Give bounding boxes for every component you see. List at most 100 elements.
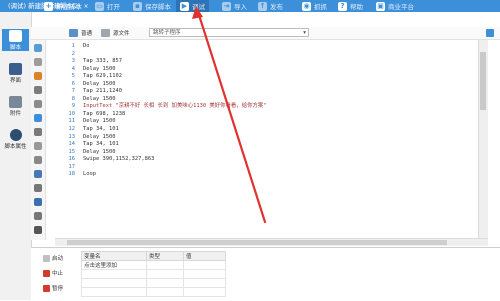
code-line[interactable]: Tap 34, 101	[83, 141, 267, 149]
table-cell[interactable]: 点击这里添加	[81, 260, 147, 270]
camera-icon: ◉	[302, 1, 311, 11]
tool-icon[interactable]	[34, 156, 42, 164]
subroutine-select[interactable]: 跳转子程序 ▾	[149, 28, 309, 37]
code-line[interactable]	[83, 164, 267, 172]
code-line[interactable]: Loop	[83, 171, 267, 179]
business-platform-label: 商业平台	[388, 3, 414, 11]
scrollbar-thumb[interactable]	[67, 240, 447, 245]
table-cell[interactable]	[183, 260, 226, 270]
code-line[interactable]: InputText "京耕不好 长相 长到 加美味心1130 美好你看看，给你方…	[83, 103, 267, 111]
debug-button[interactable]: ▶ 调试	[176, 0, 209, 12]
tool-icon[interactable]	[34, 142, 42, 150]
source-mode-button[interactable]: 源文件	[101, 28, 130, 38]
shop-icon: ▣	[376, 1, 385, 11]
source-icon	[101, 29, 110, 37]
horizontal-scrollbar[interactable]	[55, 238, 488, 246]
subroutine-select-value: 跳转子程序	[153, 30, 181, 36]
tool-icon[interactable]	[34, 114, 42, 122]
column-header[interactable]: 类型	[146, 251, 184, 261]
sidebar-item-script[interactable]: 脚本	[2, 29, 29, 51]
code-line[interactable]: Tap 333, 857	[83, 58, 267, 66]
tool-icon[interactable]	[34, 226, 42, 234]
code-line[interactable]: Swipe 390,1152,327,863	[83, 156, 267, 164]
table-row[interactable]: 点击这里添加	[81, 260, 226, 270]
code-line[interactable]: Tap 629,1102	[83, 73, 267, 81]
new-script-button[interactable]: + 新建脚本	[44, 0, 82, 12]
tool-icon[interactable]	[34, 100, 42, 108]
code-text[interactable]: Do Tap 333, 857 Delay 1500 Tap 629,1102 Del…	[83, 43, 267, 179]
line-number: 11	[68, 118, 76, 125]
publish-icon: ↑	[258, 1, 267, 11]
start-label: 启动	[52, 256, 64, 262]
sidebar-item-properties[interactable]: 脚本属性	[2, 128, 29, 150]
sidebar: 脚本 界面 附件 脚本属性	[0, 12, 32, 300]
tool-icon[interactable]	[34, 72, 42, 80]
business-platform-button[interactable]: ▣ 商业平台	[376, 0, 414, 12]
tool-icon[interactable]	[34, 86, 42, 94]
line-number: 1	[71, 43, 75, 49]
code-editor[interactable]: 1 2 3 4 5 6 7 8 9 10 11 12 13 14 15 16 17 18 Do Tap 333, …	[55, 40, 488, 238]
code-line[interactable]: Delay 1500	[83, 134, 267, 142]
code-line[interactable]	[83, 51, 267, 59]
normal-mode-button[interactable]: 普通	[69, 28, 92, 38]
tool-icon[interactable]	[34, 198, 42, 206]
code-line[interactable]: Do	[83, 43, 267, 51]
sidebar-item-attachment[interactable]: 附件	[2, 95, 29, 117]
panel-toggle-icon[interactable]	[486, 29, 494, 37]
code-line[interactable]: Delay 1500	[83, 149, 267, 157]
tool-icon[interactable]	[34, 184, 42, 192]
source-label: 源文件	[113, 31, 130, 37]
save-icon: ▪	[133, 1, 142, 11]
save-script-button[interactable]: ▪ 保存脚本	[133, 0, 171, 12]
tool-icon[interactable]	[34, 212, 42, 220]
table-cell[interactable]	[146, 260, 184, 270]
tool-icon[interactable]	[34, 58, 42, 66]
vertical-scrollbar[interactable]	[478, 40, 488, 238]
new-script-label: 新建脚本	[56, 3, 82, 11]
line-number: 7	[71, 88, 75, 95]
line-number: 15	[68, 148, 76, 155]
publish-label: 发布	[270, 3, 283, 11]
stop-button[interactable]: 中止	[43, 268, 77, 278]
capture-button[interactable]: ◉ 抓抓	[302, 0, 327, 12]
scrollbar-thumb[interactable]	[480, 52, 486, 110]
title-bar: (调试) 新建脚本(2) 新建脚本(2) × + 新建脚本 ▭ 打开 ▪ 保存脚…	[0, 0, 500, 12]
pause-icon	[43, 284, 50, 292]
layout-icon	[9, 63, 22, 75]
code-line[interactable]: Tap 34, 101	[83, 126, 267, 134]
close-icon[interactable]: ×	[84, 2, 89, 12]
pause-label: 暂停	[52, 286, 64, 292]
open-button[interactable]: ▭ 打开	[95, 0, 120, 12]
tool-icon[interactable]	[34, 128, 42, 136]
line-number: 13	[68, 133, 76, 140]
script-icon	[9, 30, 22, 42]
tool-icon[interactable]	[34, 170, 42, 178]
pause-button[interactable]: 暂停	[43, 283, 77, 293]
code-line[interactable]: Tap 211,1240	[83, 88, 267, 96]
help-button[interactable]: ? 帮助	[338, 0, 363, 12]
import-icon: ⇥	[222, 1, 231, 11]
stop-icon	[43, 269, 50, 277]
run-controls: 启动 中止 暂停	[43, 251, 77, 299]
column-header[interactable]: 值	[183, 251, 226, 261]
plus-icon: +	[44, 1, 53, 11]
sidebar-item-layout[interactable]: 界面	[2, 62, 29, 84]
table-row	[81, 287, 226, 297]
line-number: 10	[68, 110, 76, 117]
column-header[interactable]: 变量名	[81, 251, 147, 261]
line-number-gutter: 1 2 3 4 5 6 7 8 9 10 11 12 13 14 15 16 17 18	[55, 43, 76, 179]
code-line[interactable]: Delay 1500	[83, 81, 267, 89]
code-line[interactable]: Tap 698, 1238	[83, 111, 267, 119]
import-button[interactable]: ⇥ 导入	[222, 0, 247, 12]
publish-button[interactable]: ↑ 发布	[258, 0, 283, 12]
table-header-row: 变量名 类型 值	[81, 251, 226, 261]
tool-icon[interactable]	[34, 44, 42, 52]
code-line[interactable]: Delay 1500	[83, 118, 267, 126]
line-number: 12	[68, 126, 76, 133]
line-number: 4	[71, 65, 75, 72]
table-row	[81, 269, 226, 279]
editor-toolbar: 普通 源文件 跳转子程序 ▾	[31, 27, 500, 40]
save-script-label: 保存脚本	[145, 3, 171, 11]
start-button[interactable]: 启动	[43, 253, 77, 263]
code-line[interactable]: Delay 1500	[83, 66, 267, 74]
